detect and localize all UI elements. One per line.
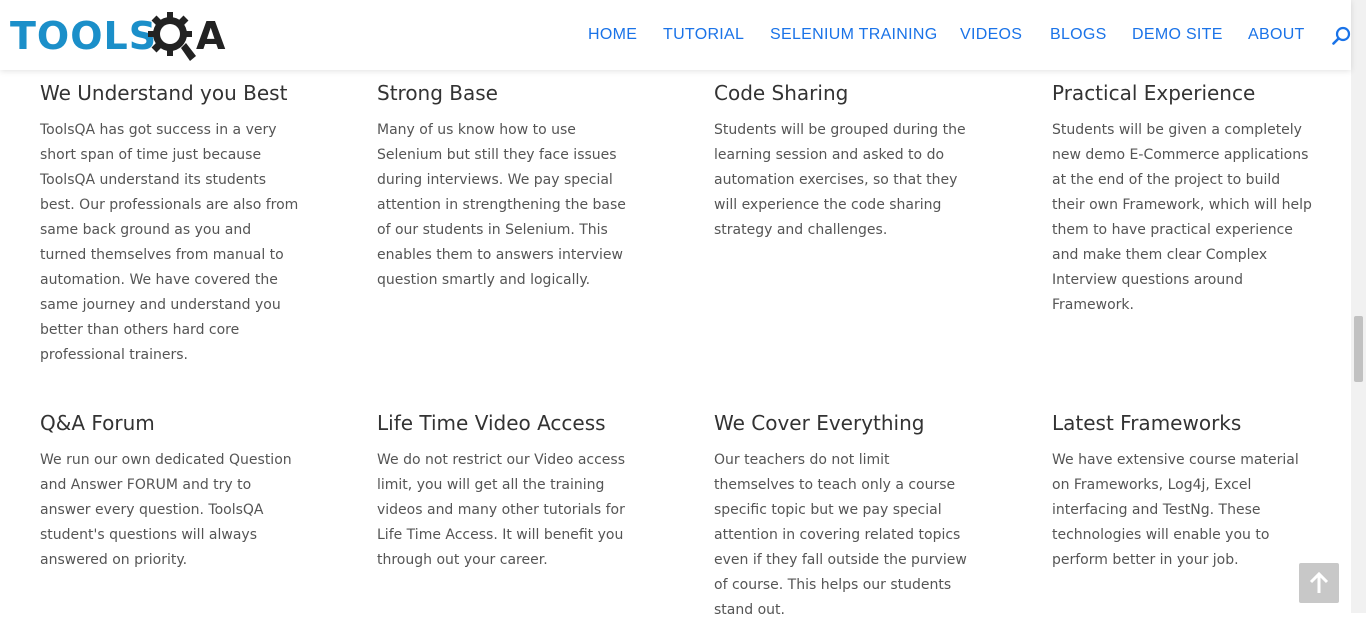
feature-text: Our teachers do not limit themselves to … <box>714 452 967 618</box>
feature-card: We Cover Everything Our teachers do not … <box>714 410 974 623</box>
nav-videos[interactable]: VIDEOS <box>960 26 1022 44</box>
scrollbar-thumb[interactable] <box>1354 316 1363 382</box>
feature-card: We Understand you Best ToolsQA has got s… <box>40 80 300 368</box>
feature-text: Many of us know how to use Selenium but … <box>377 122 626 288</box>
feature-title: Life Time Video Access <box>377 411 606 435</box>
feature-title: We Cover Everything <box>714 411 925 435</box>
page-scrollbar[interactable] <box>1351 0 1366 613</box>
feature-text: Students will be given a completely new … <box>1052 122 1312 313</box>
feature-title: Q&A Forum <box>40 411 155 435</box>
feature-card: Strong Base Many of us know how to use S… <box>377 80 637 293</box>
feature-card: Practical Experience Students will be gi… <box>1052 80 1312 318</box>
feature-text: We have extensive course material on Fra… <box>1052 452 1299 568</box>
feature-text: We do not restrict our Video access limi… <box>377 452 625 568</box>
logo-text-end: A <box>196 14 226 58</box>
feature-title: Code Sharing <box>714 81 849 105</box>
nav-tutorial[interactable]: TUTORIAL <box>663 26 744 44</box>
nav-home[interactable]: HOME <box>588 26 637 44</box>
site-header: TOOLS A HOME TUTORIAL SELENIUM TRAINING … <box>0 0 1351 70</box>
feature-text: ToolsQA has got success in a very short … <box>40 122 299 363</box>
arrow-up-icon <box>1309 572 1329 593</box>
feature-title: Practical Experience <box>1052 81 1256 105</box>
feature-card: Code Sharing Students will be grouped du… <box>714 80 974 243</box>
nav-blogs[interactable]: BLOGS <box>1050 26 1107 44</box>
feature-card: Life Time Video Access We do not restric… <box>377 410 637 573</box>
feature-title: Latest Frameworks <box>1052 411 1242 435</box>
back-to-top-button[interactable] <box>1299 563 1339 603</box>
feature-title: Strong Base <box>377 81 498 105</box>
feature-card: Latest Frameworks We have extensive cour… <box>1052 410 1312 573</box>
feature-title: We Understand you Best <box>40 81 288 105</box>
search-icon[interactable] <box>1332 26 1351 45</box>
feature-card: Q&A Forum We run our own dedicated Quest… <box>40 410 300 573</box>
nav-selenium-training[interactable]: SELENIUM TRAINING <box>770 26 938 44</box>
logo-text: TOOLS <box>10 14 158 58</box>
nav-about[interactable]: ABOUT <box>1248 26 1305 44</box>
feature-text: We run our own dedicated Question and An… <box>40 452 292 568</box>
gear-magnifier-icon <box>148 12 196 61</box>
feature-text: Students will be grouped during the lear… <box>714 122 966 238</box>
nav-demo-site[interactable]: DEMO SITE <box>1132 26 1223 44</box>
